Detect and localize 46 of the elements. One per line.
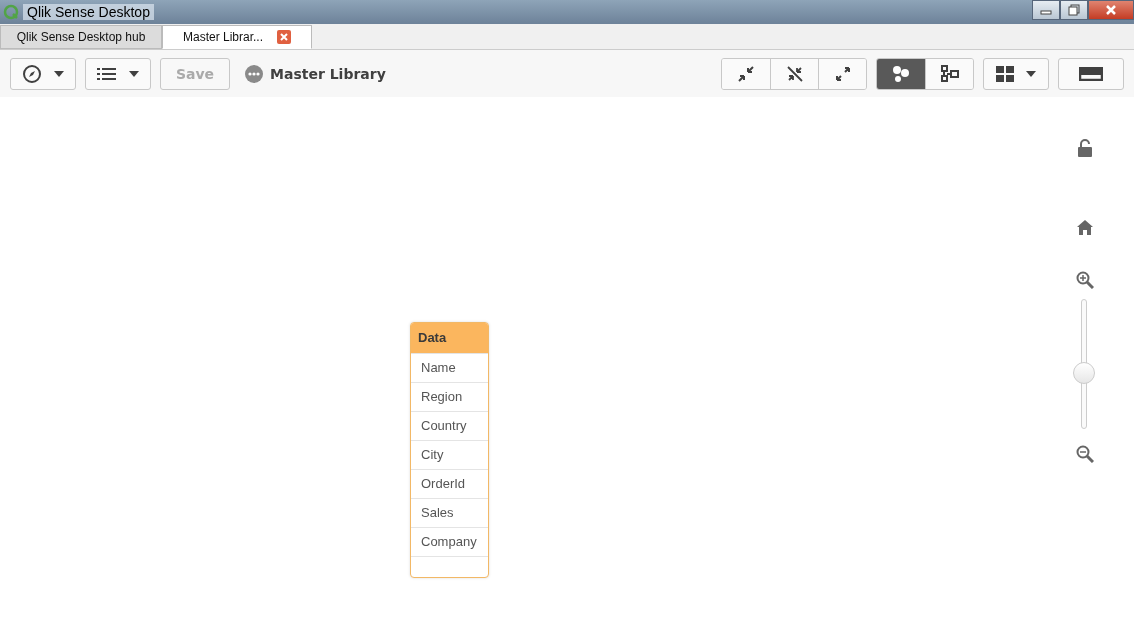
window-title: Qlik Sense Desktop — [23, 4, 154, 20]
field-name: Country — [411, 411, 488, 440]
field-name: Company — [411, 527, 488, 556]
zoom-slider[interactable] — [1073, 299, 1097, 429]
layout-menu-button[interactable] — [983, 57, 1049, 90]
zoom-in-icon[interactable] — [1076, 271, 1094, 289]
more-icon — [245, 64, 263, 83]
preview-panel-button[interactable] — [1058, 57, 1124, 90]
close-tab-icon[interactable] — [277, 30, 291, 44]
app-logo-icon — [3, 4, 19, 20]
list-menu-button[interactable] — [85, 57, 151, 90]
expand-arrows-icon — [834, 65, 851, 82]
tab[interactable]: Master Librar... — [162, 25, 312, 49]
caret-icon — [129, 70, 139, 77]
caret-icon — [54, 70, 64, 77]
panel-icon — [1079, 66, 1103, 81]
crossed-arrows-icon — [785, 64, 804, 83]
field-name: City — [411, 440, 488, 469]
field-name: Region — [411, 382, 488, 411]
caret-icon — [1026, 70, 1036, 77]
bubbles-icon — [891, 64, 911, 83]
collapse-arrows-icon — [738, 65, 754, 82]
table-node[interactable]: Data Name Region Country City OrderId Sales Company — [410, 322, 489, 578]
grid-icon — [996, 65, 1014, 82]
close-icon — [1105, 4, 1117, 16]
zoom-slider-thumb[interactable] — [1073, 361, 1095, 384]
home-icon[interactable] — [1076, 219, 1094, 235]
compass-icon — [22, 63, 42, 84]
list-icon — [97, 66, 117, 81]
field-name: Sales — [411, 498, 488, 527]
restore-button[interactable] — [1060, 0, 1088, 20]
field-name: OrderId — [411, 469, 488, 498]
minimize-button[interactable] — [1032, 0, 1060, 20]
zoom-out-icon[interactable] — [1076, 445, 1094, 463]
field-name: Name — [411, 353, 488, 382]
navigation-menu-button[interactable] — [10, 57, 76, 90]
close-button[interactable] — [1088, 0, 1134, 20]
app-title: Master Library — [270, 65, 386, 82]
tab[interactable]: Qlik Sense Desktop hub — [0, 25, 162, 49]
table-view-button[interactable] — [925, 58, 973, 89]
lock-icon[interactable] — [1077, 139, 1093, 157]
expand-button[interactable] — [818, 58, 866, 89]
restore-icon — [1068, 4, 1080, 16]
table-name: Data — [411, 323, 488, 353]
bubble-view-button[interactable] — [877, 58, 925, 89]
linked-boxes-icon — [939, 64, 960, 83]
